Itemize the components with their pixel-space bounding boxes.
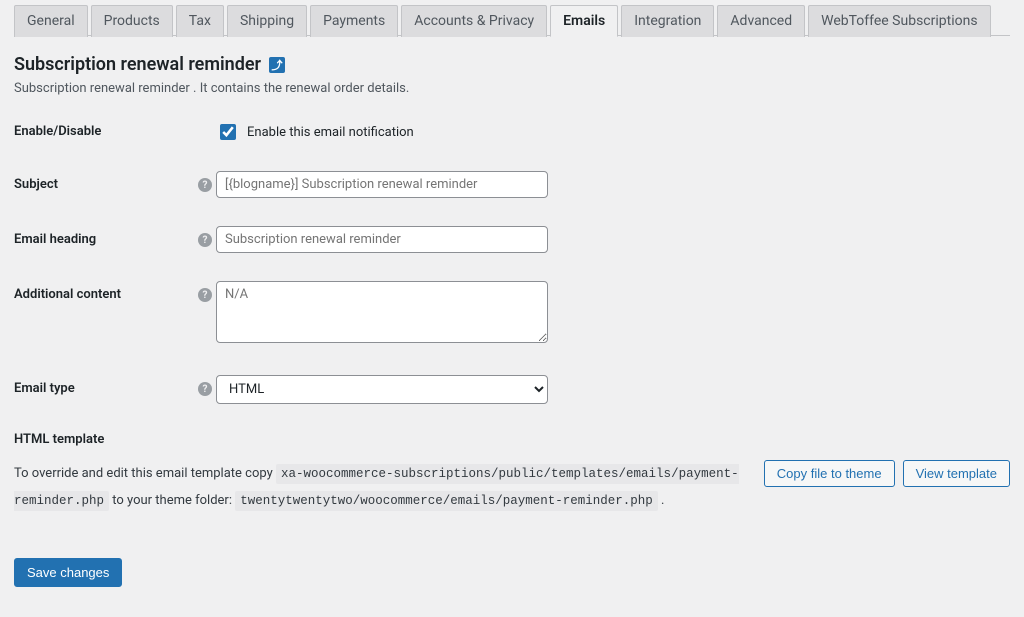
page-description: Subscription renewal reminder . It conta…	[14, 81, 1010, 96]
heading-label: Email heading	[14, 226, 194, 247]
additional-content-label: Additional content	[14, 281, 194, 302]
additional-content-textarea[interactable]	[216, 281, 548, 343]
enable-label: Enable/Disable	[14, 118, 194, 139]
template-dest-path: twentytwentytwo/woocommerce/emails/payme…	[235, 491, 658, 511]
tab-emails[interactable]: Emails	[550, 5, 618, 37]
tab-payments[interactable]: Payments	[310, 5, 398, 37]
tab-general[interactable]: General	[14, 5, 88, 37]
template-heading: HTML template	[14, 432, 744, 447]
help-icon[interactable]: ?	[198, 382, 212, 396]
page-title: Subscription renewal reminder	[14, 54, 261, 75]
template-description: To override and edit this email template…	[14, 460, 744, 515]
enable-checkbox-label: Enable this email notification	[247, 125, 414, 140]
view-template-button[interactable]: View template	[903, 460, 1010, 487]
tab-webtoffee-subscriptions[interactable]: WebToffee Subscriptions	[808, 5, 990, 37]
tab-advanced[interactable]: Advanced	[717, 5, 805, 37]
subject-label: Subject	[14, 171, 194, 192]
email-type-select[interactable]: HTML	[216, 375, 548, 404]
settings-tabs: General Products Tax Shipping Payments A…	[14, 4, 1010, 36]
enable-checkbox-wrap[interactable]: Enable this email notification	[216, 118, 1010, 143]
tab-products[interactable]: Products	[91, 5, 173, 37]
tab-integration[interactable]: Integration	[621, 5, 714, 37]
help-icon[interactable]: ?	[198, 288, 212, 302]
subject-input[interactable]	[216, 171, 548, 198]
back-icon[interactable]: ⤴	[269, 57, 285, 73]
enable-checkbox[interactable]	[220, 124, 236, 140]
tab-accounts-privacy[interactable]: Accounts & Privacy	[401, 5, 547, 37]
tab-tax[interactable]: Tax	[176, 5, 224, 37]
page-title-wrap: Subscription renewal reminder ⤴	[14, 54, 1010, 75]
copy-file-button[interactable]: Copy file to theme	[764, 460, 895, 487]
email-heading-input[interactable]	[216, 226, 548, 253]
help-icon[interactable]: ?	[198, 233, 212, 247]
help-icon[interactable]: ?	[198, 178, 212, 192]
email-type-label: Email type	[14, 375, 194, 396]
save-button[interactable]: Save changes	[14, 558, 122, 587]
tab-shipping[interactable]: Shipping	[227, 5, 307, 37]
